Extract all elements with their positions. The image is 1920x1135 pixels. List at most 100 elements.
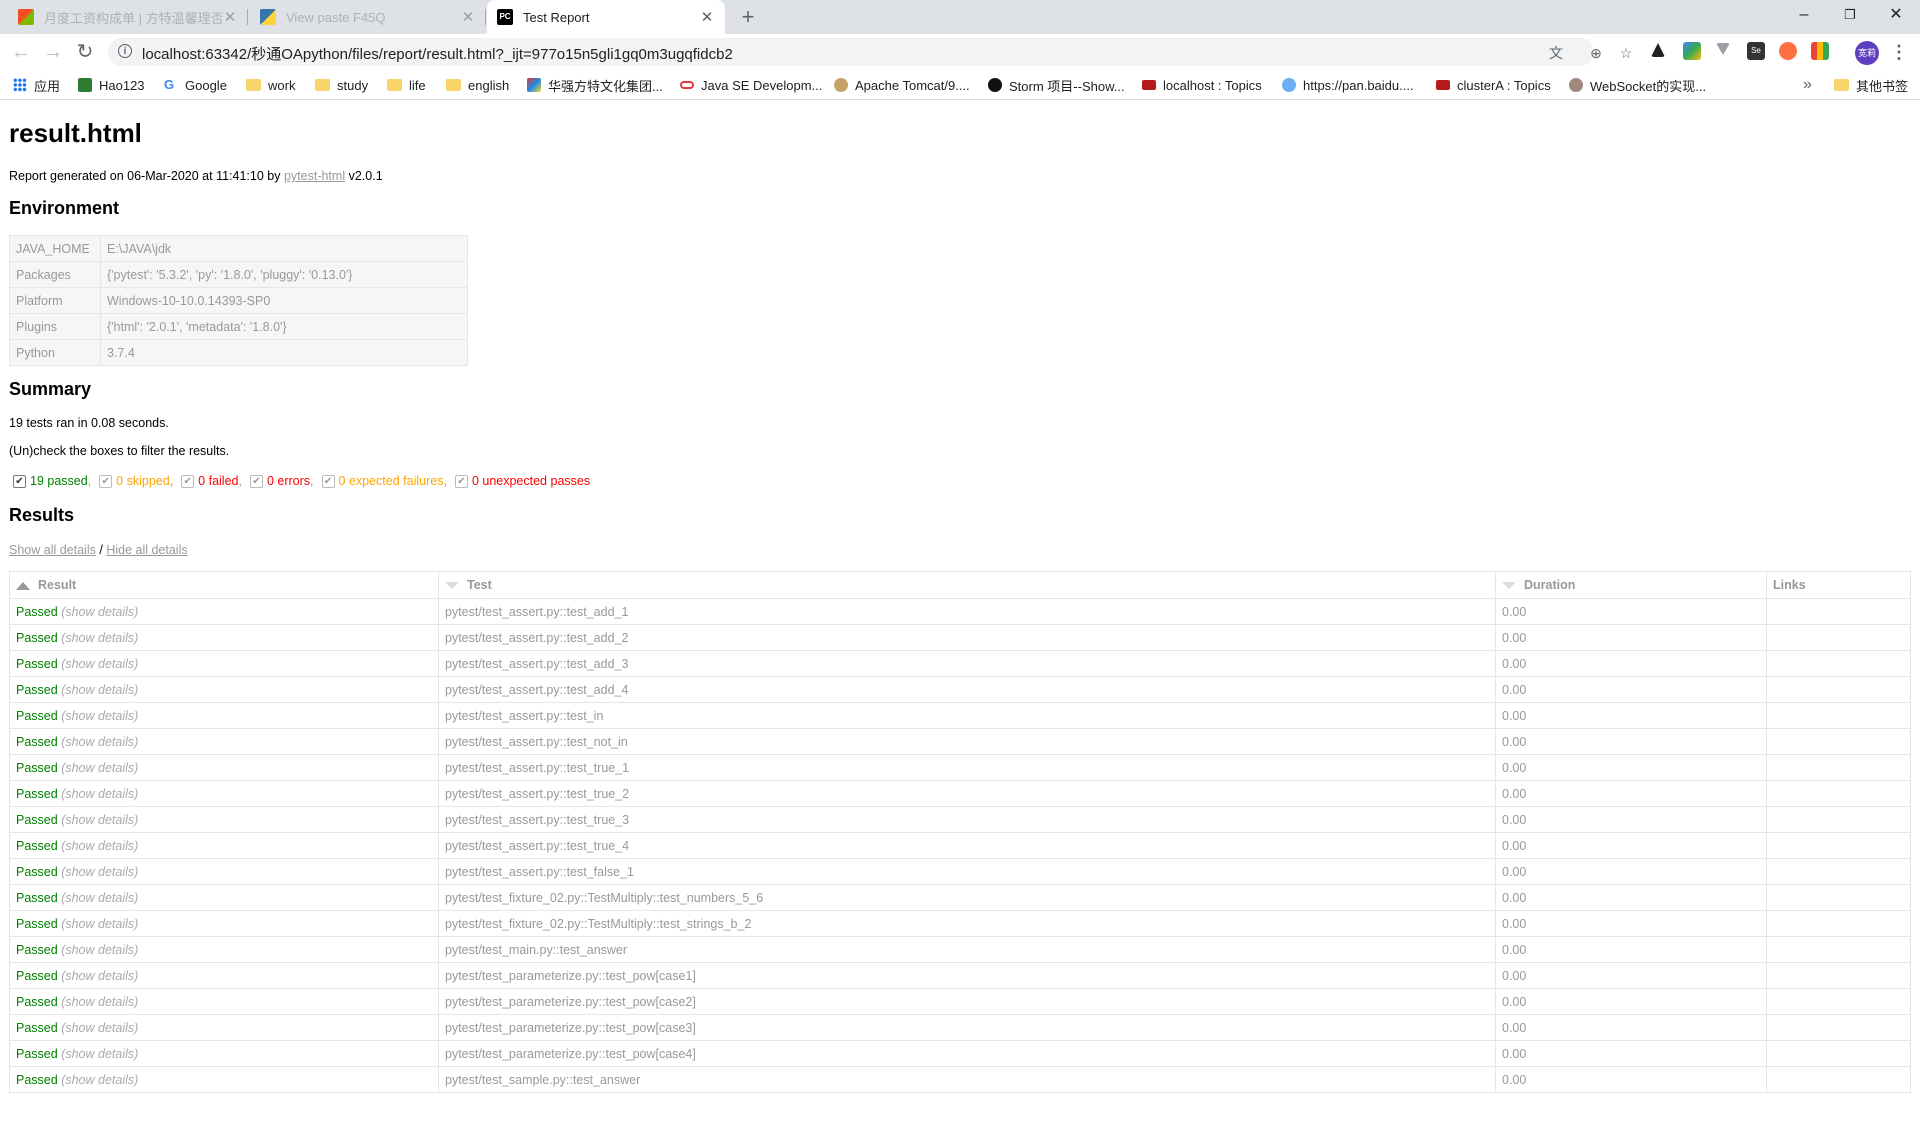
extension-color-icon[interactable] <box>1811 42 1829 60</box>
filter-errors-checkbox[interactable]: ✔ <box>249 474 263 488</box>
bookmark-fantawild[interactable]: 华强方特文化集团... <box>527 70 663 100</box>
translate-icon[interactable]: 文 <box>1548 45 1564 61</box>
show-details-toggle[interactable]: (show details) <box>61 813 138 827</box>
table-row[interactable]: Passed (show details) pytest/test_assert.… <box>9 806 1911 833</box>
close-icon[interactable]: ✕ <box>222 8 238 26</box>
show-details-toggle[interactable]: (show details) <box>61 865 138 879</box>
url-text[interactable]: localhost:63342/秒通OApython/files/report/… <box>142 43 733 64</box>
bookmark-star-icon[interactable]: ☆ <box>1618 45 1634 61</box>
table-row[interactable]: Passed (show details) pytest/test_fixture… <box>9 910 1911 937</box>
extension-vue-icon[interactable] <box>1716 43 1730 55</box>
tab-test-report[interactable]: PC Test Report ✕ <box>487 0 725 34</box>
result-cell[interactable]: Passed (show details) <box>9 598 439 625</box>
result-cell[interactable]: Passed (show details) <box>9 832 439 859</box>
extension-drive-icon[interactable] <box>1651 43 1665 57</box>
tab-paste[interactable]: View paste F45Q ✕ <box>250 0 486 34</box>
extension-image-icon[interactable] <box>1683 42 1701 60</box>
result-cell[interactable]: Passed (show details) <box>9 1040 439 1067</box>
result-cell[interactable]: Passed (show details) <box>9 1066 439 1093</box>
show-details-toggle[interactable]: (show details) <box>61 761 138 775</box>
bookmark-websocket[interactable]: WebSocket的实现... <box>1569 70 1706 100</box>
column-header-result[interactable]: Result <box>9 571 439 599</box>
table-row[interactable]: Passed (show details) pytest/test_assert.… <box>9 832 1911 859</box>
show-details-toggle[interactable]: (show details) <box>61 683 138 697</box>
address-bar[interactable]: i localhost:63342/秒通OApython/files/repor… <box>108 38 1632 66</box>
bookmark-study[interactable]: study <box>315 70 368 100</box>
column-header-duration[interactable]: Duration <box>1495 571 1767 599</box>
bookmark-baidu-pan[interactable]: https://pan.baidu.... <box>1282 70 1414 100</box>
extension-selenium-icon[interactable]: Se <box>1747 42 1765 60</box>
show-details-toggle[interactable]: (show details) <box>61 657 138 671</box>
bookmark-java-se[interactable]: Java SE Developm... <box>680 70 822 100</box>
bookmark-tomcat[interactable]: Apache Tomcat/9.... <box>834 70 970 100</box>
filter-failed-checkbox[interactable]: ✔ <box>181 474 195 488</box>
show-details-toggle[interactable]: (show details) <box>61 943 138 957</box>
table-row[interactable]: Passed (show details) pytest/test_paramet… <box>9 962 1911 989</box>
bookmark-clustera-topics[interactable]: clusterA : Topics <box>1436 70 1551 100</box>
table-row[interactable]: Passed (show details) pytest/test_assert.… <box>9 598 1911 625</box>
restore-button[interactable]: ❐ <box>1827 0 1873 30</box>
close-icon[interactable]: ✕ <box>699 8 715 26</box>
bookmark-english[interactable]: english <box>446 70 509 100</box>
table-row[interactable]: Passed (show details) pytest/test_sample.… <box>9 1066 1911 1093</box>
show-details-toggle[interactable]: (show details) <box>61 969 138 983</box>
bookmark-life[interactable]: life <box>387 70 426 100</box>
column-header-test[interactable]: Test <box>438 571 1496 599</box>
result-cell[interactable]: Passed (show details) <box>9 754 439 781</box>
table-row[interactable]: Passed (show details) pytest/test_paramet… <box>9 1040 1911 1067</box>
bookmark-other[interactable]: 其他书签 <box>1834 70 1908 100</box>
filter-xpassed-checkbox[interactable]: ✔ <box>454 474 468 488</box>
reload-button[interactable]: ↻ <box>72 39 98 65</box>
chrome-menu-icon[interactable]: ⋮ <box>1890 40 1908 64</box>
result-cell[interactable]: Passed (show details) <box>9 702 439 729</box>
table-row[interactable]: Passed (show details) pytest/test_main.py… <box>9 936 1911 963</box>
zoom-icon[interactable]: ⊕ <box>1588 45 1604 61</box>
table-row[interactable]: Passed (show details) pytest/test_assert.… <box>9 858 1911 885</box>
table-row[interactable]: Passed (show details) pytest/test_assert.… <box>9 624 1911 651</box>
bookmark-google[interactable]: G Google <box>164 70 227 100</box>
show-details-toggle[interactable]: (show details) <box>61 917 138 931</box>
result-cell[interactable]: Passed (show details) <box>9 624 439 651</box>
show-details-toggle[interactable]: (show details) <box>61 605 138 619</box>
filter-skipped-checkbox[interactable]: ✔ <box>99 474 113 488</box>
bookmark-localhost-topics[interactable]: localhost : Topics <box>1142 70 1262 100</box>
table-row[interactable]: Passed (show details) pytest/test_paramet… <box>9 1014 1911 1041</box>
result-cell[interactable]: Passed (show details) <box>9 728 439 755</box>
pytest-html-link[interactable]: pytest-html <box>284 169 345 183</box>
bookmark-apps[interactable]: 应用 <box>13 70 60 100</box>
show-all-details-link[interactable]: Show all details <box>9 543 96 557</box>
filter-passed-checkbox[interactable]: ✔ <box>13 474 26 488</box>
show-details-toggle[interactable]: (show details) <box>61 839 138 853</box>
result-cell[interactable]: Passed (show details) <box>9 1014 439 1041</box>
result-cell[interactable]: Passed (show details) <box>9 936 439 963</box>
result-cell[interactable]: Passed (show details) <box>9 910 439 937</box>
table-row[interactable]: Passed (show details) pytest/test_assert.… <box>9 728 1911 755</box>
table-row[interactable]: Passed (show details) pytest/test_assert.… <box>9 780 1911 807</box>
tab-salary[interactable]: 月度工资构成单 | 方特温馨理否 ‹ ✕ <box>8 0 248 34</box>
filter-xfailed-checkbox[interactable]: ✔ <box>321 474 335 488</box>
table-row[interactable]: Passed (show details) pytest/test_fixture… <box>9 884 1911 911</box>
result-cell[interactable]: Passed (show details) <box>9 650 439 677</box>
table-row[interactable]: Passed (show details) pytest/test_assert.… <box>9 650 1911 677</box>
forward-button[interactable]: → <box>40 39 66 65</box>
bookmark-hao123[interactable]: Hao123 <box>78 70 145 100</box>
bookmark-work[interactable]: work <box>246 70 295 100</box>
result-cell[interactable]: Passed (show details) <box>9 806 439 833</box>
show-details-toggle[interactable]: (show details) <box>61 995 138 1009</box>
close-window-button[interactable]: ✕ <box>1873 0 1919 30</box>
minimize-button[interactable]: – <box>1781 0 1827 30</box>
result-cell[interactable]: Passed (show details) <box>9 884 439 911</box>
new-tab-button[interactable]: + <box>736 5 760 29</box>
back-button[interactable]: ← <box>8 39 34 65</box>
hide-all-details-link[interactable]: Hide all details <box>106 543 187 557</box>
bookmarks-overflow[interactable]: » <box>1803 70 1812 100</box>
result-cell[interactable]: Passed (show details) <box>9 858 439 885</box>
table-row[interactable]: Passed (show details) pytest/test_paramet… <box>9 988 1911 1015</box>
extension-block-icon[interactable] <box>1779 42 1797 60</box>
show-details-toggle[interactable]: (show details) <box>61 631 138 645</box>
profile-avatar[interactable]: 宽莉 <box>1855 41 1879 65</box>
show-details-toggle[interactable]: (show details) <box>61 1047 138 1061</box>
result-cell[interactable]: Passed (show details) <box>9 988 439 1015</box>
close-icon[interactable]: ✕ <box>460 8 476 26</box>
show-details-toggle[interactable]: (show details) <box>61 735 138 749</box>
